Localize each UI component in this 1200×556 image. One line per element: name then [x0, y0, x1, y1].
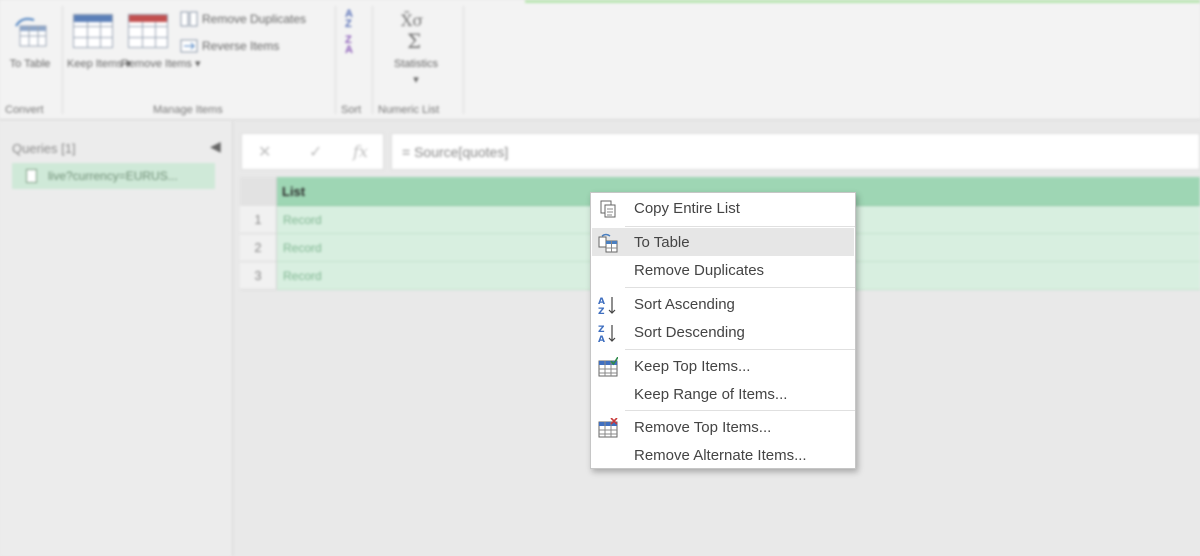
sort-group-label: Sort: [341, 104, 362, 116]
reverse-items-label: Reverse Items: [202, 39, 280, 53]
to-table-icon: [15, 17, 47, 47]
cancel-icon[interactable]: ✕: [258, 142, 271, 162]
numeric-list-group-label: Numeric List: [378, 104, 440, 116]
menu-item-remove-top-items[interactable]: Remove Top Items...: [592, 413, 854, 441]
chevron-down-icon[interactable]: ▾: [383, 72, 449, 89]
ribbon-accent-line: [525, 0, 1200, 3]
reverse-items-icon: [180, 39, 198, 53]
ribbon-separator: [463, 6, 464, 114]
collapse-pane-icon[interactable]: ◀: [210, 138, 221, 155]
menu-item-copy-entire-list[interactable]: Copy Entire List: [592, 194, 854, 222]
row-number: 2: [240, 234, 277, 262]
manage-items-group: Keep Items ▾ Remove Items ▾ Remove Dupli…: [63, 0, 335, 120]
menu-item-remove-alternate-items[interactable]: Remove Alternate Items...: [592, 441, 854, 469]
to-table-button[interactable]: [8, 12, 52, 48]
sort-group: AZ ZA Sort: [336, 0, 374, 120]
remove-duplicates-button[interactable]: Remove Duplicates: [180, 10, 330, 30]
formula-bar[interactable]: = Source[quotes]: [391, 133, 1200, 170]
statistics-button[interactable]: X̄σ Σ: [397, 8, 437, 53]
menu-separator: [625, 287, 855, 288]
keep-items-icon[interactable]: [73, 14, 113, 48]
svg-text:Z: Z: [598, 307, 605, 315]
menu-item-label: To Table: [634, 234, 690, 251]
row-number: 3: [240, 262, 277, 290]
grid-corner[interactable]: [240, 177, 277, 206]
column-header-list[interactable]: List: [282, 184, 305, 199]
sort-descending-button[interactable]: ZA: [345, 35, 363, 57]
menu-item-label: Keep Top Items...: [634, 358, 751, 375]
menu-item-label: Remove Top Items...: [634, 419, 772, 436]
query-item-label: live?currency=EURUS...: [48, 169, 178, 183]
remove-rows-icon: [598, 418, 618, 438]
sort-descending-icon: Z A: [598, 325, 616, 343]
keep-items-button[interactable]: Keep Items ▾: [67, 56, 131, 73]
formula-text: = Source[quotes]: [402, 144, 509, 160]
manage-items-group-label: Manage Items: [153, 104, 223, 116]
context-menu: Copy Entire List To Table Remove Duplica…: [590, 192, 856, 469]
fx-icon[interactable]: fx: [353, 142, 368, 161]
chevron-down-icon: ▾: [194, 58, 201, 70]
menu-separator: [625, 349, 855, 350]
menu-item-remove-duplicates[interactable]: Remove Duplicates: [592, 256, 854, 284]
convert-group: To Table Convert: [0, 0, 62, 120]
sort-ascending-button[interactable]: AZ: [345, 9, 363, 31]
menu-item-label: Sort Ascending: [634, 296, 735, 313]
row-number: 1: [240, 206, 277, 234]
remove-items-icon[interactable]: [128, 14, 168, 48]
queries-pane: Queries [1] ◀ live?currency=EURUS...: [0, 121, 233, 556]
menu-item-label: Keep Range of Items...: [634, 386, 788, 403]
query-item[interactable]: live?currency=EURUS...: [12, 163, 215, 189]
remove-items-label: Remove Items: [121, 58, 192, 70]
formula-buttons: ✕ ✓ fx: [241, 133, 384, 170]
ribbon: To Table Convert Keep Items ▾ Remove Ite…: [0, 0, 1200, 120]
svg-text:A: A: [598, 335, 605, 343]
svg-text:A: A: [598, 297, 605, 307]
sort-ascending-icon: A Z: [598, 297, 616, 315]
record-cell[interactable]: Record: [283, 241, 322, 255]
keep-items-label: Keep Items: [67, 58, 123, 70]
copy-icon: [600, 200, 616, 218]
menu-item-keep-range-of-items[interactable]: Keep Range of Items...: [592, 380, 854, 408]
statistics-label: Statistics: [393, 58, 438, 70]
to-table-icon: [598, 233, 618, 253]
menu-item-sort-ascending[interactable]: A Z Sort Ascending: [592, 290, 854, 318]
statistics-icon: X̄σ Σ: [401, 9, 423, 53]
menu-separator: [625, 410, 855, 411]
record-cell[interactable]: Record: [283, 269, 322, 283]
menu-separator: [625, 226, 855, 227]
remove-items-button[interactable]: Remove Items ▾: [121, 56, 201, 73]
svg-text:Z: Z: [598, 325, 605, 335]
to-table-label: To Table: [9, 58, 51, 70]
menu-item-sort-descending[interactable]: Z A Sort Descending: [592, 318, 854, 346]
convert-group-label: Convert: [5, 104, 44, 116]
remove-duplicates-label: Remove Duplicates: [202, 12, 307, 26]
menu-item-label: Sort Descending: [634, 324, 745, 341]
menu-item-label: Remove Alternate Items...: [634, 447, 807, 464]
list-icon: [26, 169, 37, 183]
record-cell[interactable]: Record: [283, 213, 322, 227]
menu-item-keep-top-items[interactable]: Keep Top Items...: [592, 352, 854, 380]
commit-icon[interactable]: ✓: [309, 142, 322, 162]
remove-duplicates-icon: [180, 11, 198, 27]
sort-descending-icon: ZA: [345, 34, 353, 56]
numeric-list-group: X̄σ Σ Statistics ▾ Numeric List: [373, 0, 463, 120]
keep-rows-icon: [598, 357, 618, 377]
menu-item-label: Remove Duplicates: [634, 262, 765, 279]
sort-ascending-icon: AZ: [345, 8, 353, 30]
svg-text:X̄σ: X̄σ: [401, 9, 423, 30]
reverse-items-button[interactable]: Reverse Items: [180, 37, 330, 57]
menu-item-to-table[interactable]: To Table: [592, 228, 854, 256]
menu-item-label: Copy Entire List: [634, 200, 740, 217]
svg-text:Σ: Σ: [407, 29, 421, 52]
queries-title: Queries [1]: [12, 141, 76, 156]
